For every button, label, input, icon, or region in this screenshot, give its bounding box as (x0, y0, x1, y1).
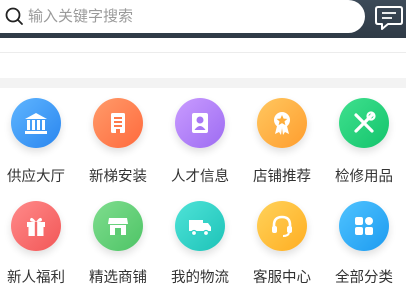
menu-item-supply-hall[interactable]: 供应大厅 (0, 98, 82, 198)
menu-item-label: 新人福利 (7, 270, 65, 286)
menu-item-maintenance-supplies[interactable]: 检修用品 (328, 98, 406, 198)
user-card-icon (175, 98, 225, 148)
menu-item-label: 新梯安装 (89, 169, 147, 185)
menu-item-label: 检修用品 (335, 169, 393, 185)
menu-item-label: 人才信息 (171, 169, 229, 185)
menu-item-label: 客服中心 (253, 270, 311, 286)
menu-item-shop-recommend[interactable]: 店铺推荐 (246, 98, 328, 198)
tools-icon (339, 98, 389, 148)
menu-item-label: 全部分类 (335, 270, 393, 286)
menu-item-label: 店铺推荐 (253, 169, 311, 185)
menu-item-my-logistics[interactable]: 我的物流 (164, 201, 246, 288)
storefront-icon (93, 201, 143, 251)
section-gap (0, 78, 406, 88)
top-bar: 输入关键字搜索 (0, 0, 406, 38)
menu-item-label: 我的物流 (171, 270, 229, 286)
headset-icon (257, 201, 307, 251)
menu-item-label: 供应大厅 (7, 169, 65, 185)
building-icon (11, 98, 61, 148)
menu-item-label: 精选商铺 (89, 270, 147, 286)
document-icon (93, 98, 143, 148)
menu-item-talent-info[interactable]: 人才信息 (164, 98, 246, 198)
message-icon[interactable] (374, 3, 404, 33)
truck-icon (175, 201, 225, 251)
menu-item-elevator-install[interactable]: 新梯安装 (82, 98, 164, 198)
gift-icon (11, 201, 61, 251)
menu-item-newcomer-welfare[interactable]: 新人福利 (0, 201, 82, 288)
menu-item-selected-shops[interactable]: 精选商铺 (82, 201, 164, 288)
search-icon (4, 6, 24, 26)
divider (0, 52, 406, 53)
award-badge-icon (257, 98, 307, 148)
search-input[interactable]: 输入关键字搜索 (28, 7, 133, 26)
grid-icon (339, 201, 389, 251)
menu-item-all-categories[interactable]: 全部分类 (328, 201, 406, 288)
menu-item-customer-service[interactable]: 客服中心 (246, 201, 328, 288)
search-bar[interactable]: 输入关键字搜索 (0, 0, 365, 33)
